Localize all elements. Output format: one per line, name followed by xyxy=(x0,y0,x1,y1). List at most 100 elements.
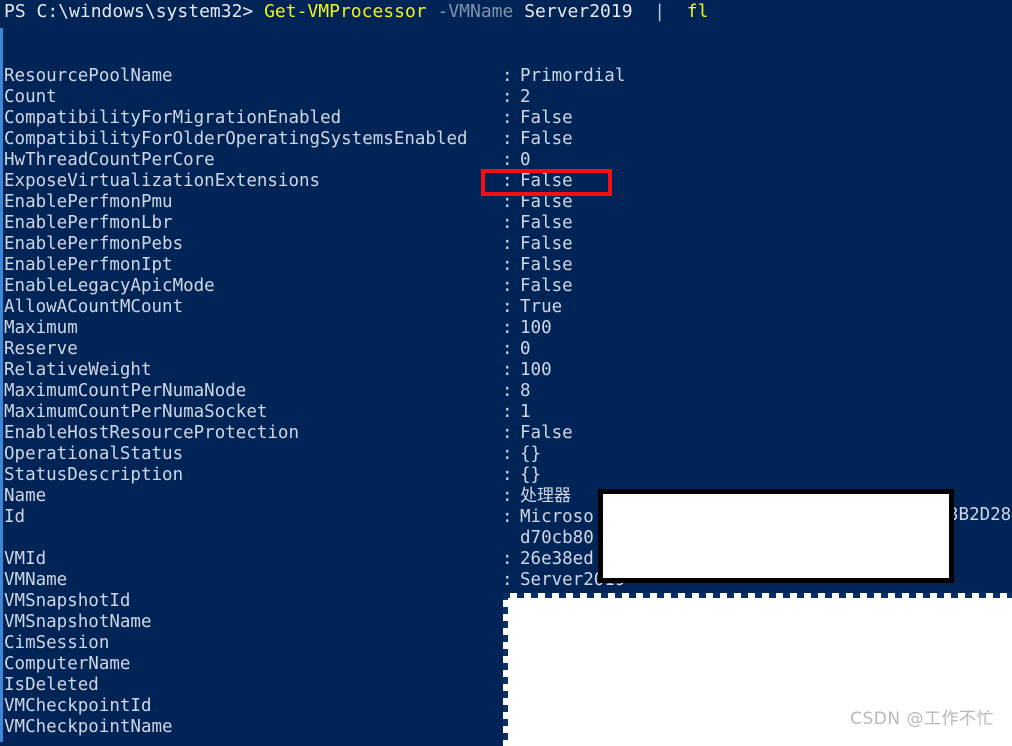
property-separator: : xyxy=(502,108,513,128)
property-row: Reserve:0 xyxy=(4,339,1010,360)
property-value: Primordial xyxy=(520,66,626,86)
property-name: CompatibilityForOlderOperatingSystemsEna… xyxy=(4,129,468,149)
property-name: MaximumCountPerNumaNode xyxy=(4,381,247,401)
property-value: d70cb80 xyxy=(520,528,594,548)
property-value: 100 xyxy=(520,360,552,380)
command-prompt-line[interactable]: PS C:\windows\system32> Get-VMProcessor … xyxy=(4,0,708,25)
property-separator: : xyxy=(502,318,513,338)
property-separator: : xyxy=(502,339,513,359)
property-name: VMId xyxy=(4,549,47,569)
property-separator: : xyxy=(502,444,513,464)
property-row: CompatibilityForOlderOperatingSystemsEna… xyxy=(4,129,1010,150)
redaction-box-id-value xyxy=(598,489,954,583)
command-name: Get-VMProcessor xyxy=(264,1,427,22)
property-name: CimSession xyxy=(4,633,110,653)
property-row: ExposeVirtualizationExtensions: False xyxy=(4,171,1010,192)
property-name: VMCheckpointId xyxy=(4,696,152,716)
property-name: Count xyxy=(4,87,57,107)
prompt-space-2 xyxy=(513,1,524,22)
property-separator: : xyxy=(502,381,513,401)
property-value: True xyxy=(520,297,563,317)
property-name: Name xyxy=(4,486,47,506)
pipe-operator: | xyxy=(632,1,687,22)
property-value: 2 xyxy=(520,87,531,107)
id-tail-fragment: 3B2D28 xyxy=(948,505,1012,525)
property-name: Reserve xyxy=(4,339,78,359)
prompt-path: PS C:\windows\system32> xyxy=(4,1,265,22)
property-separator: : xyxy=(502,129,513,149)
property-row: EnableLegacyApicMode: False xyxy=(4,276,1010,297)
console-bottom-bar xyxy=(0,742,503,746)
property-row: EnablePerfmonPebs: False xyxy=(4,234,1010,255)
command-argument-vmname: Server2019 xyxy=(524,1,633,22)
property-separator: : xyxy=(502,570,513,590)
property-value: 1 xyxy=(520,402,531,422)
property-name: VMCheckpointName xyxy=(4,717,173,737)
property-separator: : xyxy=(502,465,513,485)
property-row: MaximumCountPerNumaNode:8 xyxy=(4,381,1010,402)
property-value: False xyxy=(520,171,573,191)
property-name: AllowACountMCount xyxy=(4,297,184,317)
property-value: False xyxy=(520,234,573,254)
property-value: 0 xyxy=(520,150,531,170)
property-value: False xyxy=(520,192,573,212)
property-separator: : xyxy=(502,402,513,422)
property-name: HwThreadCountPerCore xyxy=(4,150,215,170)
property-value: {} xyxy=(520,465,542,485)
property-value: False xyxy=(520,108,573,128)
property-value: 100 xyxy=(520,318,552,338)
property-name: EnablePerfmonLbr xyxy=(4,213,173,233)
property-name: StatusDescription xyxy=(4,465,184,485)
property-name: VMSnapshotId xyxy=(4,591,131,611)
property-separator: : xyxy=(502,549,513,569)
property-name: ExposeVirtualizationExtensions xyxy=(4,171,321,191)
property-separator: : xyxy=(502,213,513,233)
property-row: EnablePerfmonIpt: False xyxy=(4,255,1010,276)
window-left-edge-strip xyxy=(0,28,3,746)
selection-border-top xyxy=(503,593,1012,598)
property-name: CompatibilityForMigrationEnabled xyxy=(4,108,342,128)
property-separator: : xyxy=(502,171,513,191)
property-row: StatusDescription: {} xyxy=(4,465,1010,486)
property-row: OperationalStatus: {} xyxy=(4,444,1010,465)
property-row: AllowACountMCount: True xyxy=(4,297,1010,318)
property-separator: : xyxy=(502,255,513,275)
property-separator: : xyxy=(502,234,513,254)
property-value: False xyxy=(520,129,573,149)
property-separator: : xyxy=(502,507,513,527)
property-name: EnableHostResourceProtection xyxy=(4,423,300,443)
prompt-space-1 xyxy=(427,1,438,22)
property-name: ResourcePoolName xyxy=(4,66,173,86)
property-name: VMName xyxy=(4,570,68,590)
property-name: RelativeWeight xyxy=(4,360,152,380)
property-separator: : xyxy=(502,486,513,506)
property-separator: : xyxy=(502,66,513,86)
property-name: OperationalStatus xyxy=(4,444,184,464)
property-value: 8 xyxy=(520,381,531,401)
property-separator: : xyxy=(502,192,513,212)
property-name: ComputerName xyxy=(4,654,131,674)
property-value: False xyxy=(520,423,573,443)
white-overlay-pane: CSDN @工作不忙 xyxy=(503,593,1012,746)
property-separator: : xyxy=(502,276,513,296)
property-row: CompatibilityForMigrationEnabled: False xyxy=(4,108,1010,129)
property-name: EnablePerfmonIpt xyxy=(4,255,173,275)
property-row: HwThreadCountPerCore:0 xyxy=(4,150,1010,171)
property-value: False xyxy=(520,255,573,275)
property-separator: : xyxy=(502,150,513,170)
property-name: EnablePerfmonPmu xyxy=(4,192,173,212)
selection-border-left xyxy=(503,593,508,746)
property-row: MaximumCountPerNumaSocket:1 xyxy=(4,402,1010,423)
property-name: Id xyxy=(4,507,26,527)
property-value: False xyxy=(520,213,573,233)
property-row: EnablePerfmonPmu: False xyxy=(4,192,1010,213)
property-row: ResourcePoolName: Primordial xyxy=(4,66,1010,87)
property-row: Maximum:100 xyxy=(4,318,1010,339)
property-row: EnableHostResourceProtection: False xyxy=(4,423,1010,444)
property-value: 0 xyxy=(520,339,531,359)
command-parameter-vmname: -VMName xyxy=(437,1,514,22)
property-name: EnableLegacyApicMode xyxy=(4,276,215,296)
property-name: IsDeleted xyxy=(4,675,99,695)
property-separator: : xyxy=(502,423,513,443)
powershell-console-window[interactable]: PS C:\windows\system32> Get-VMProcessor … xyxy=(0,0,1012,746)
